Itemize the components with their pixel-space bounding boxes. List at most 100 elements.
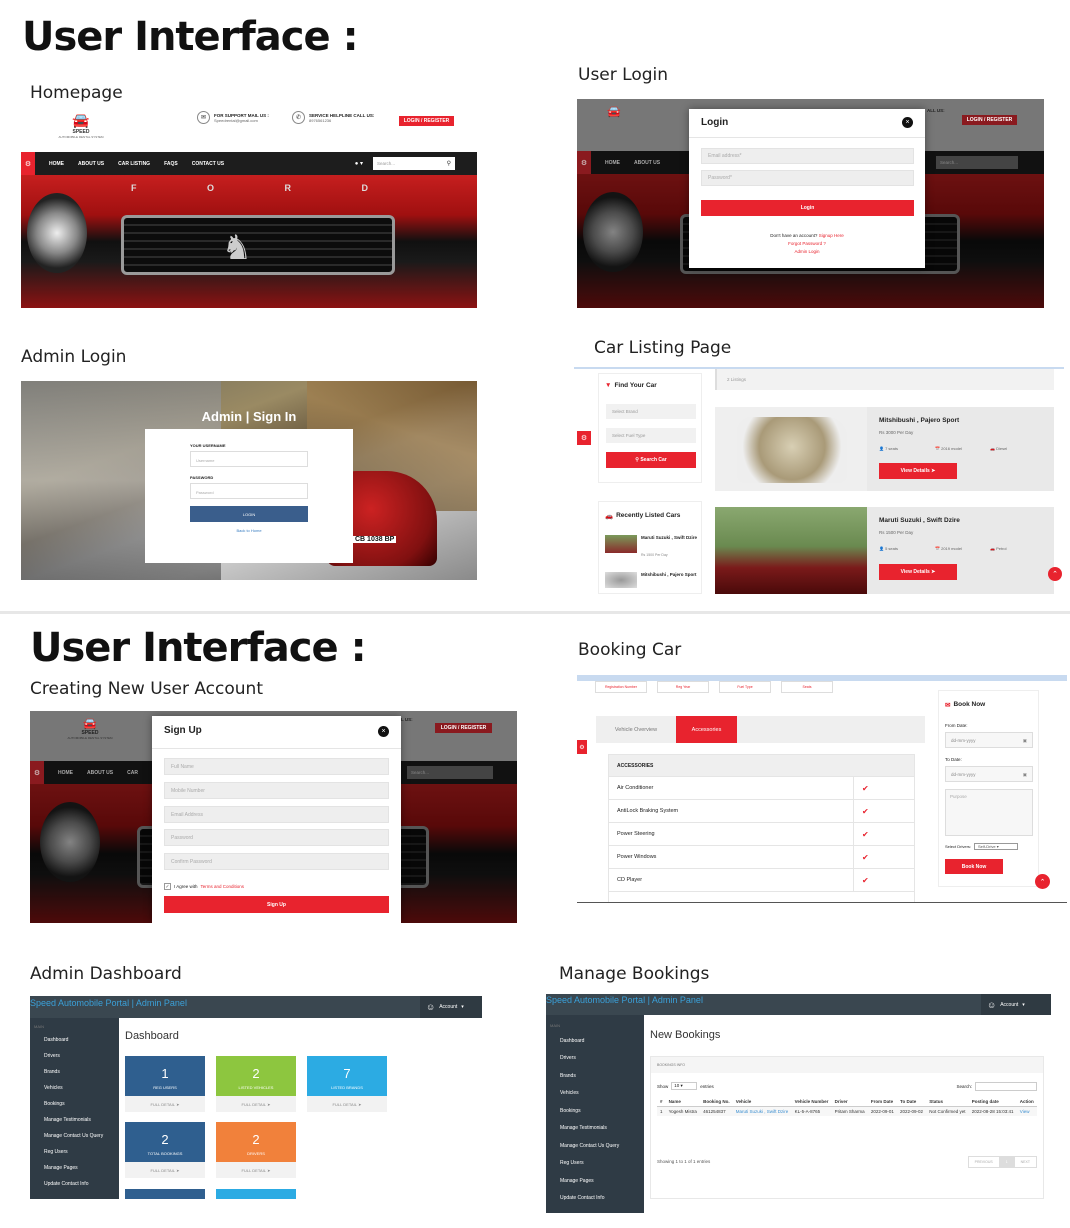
to-date-input[interactable]: dd-mm-yyyy ▣ bbox=[945, 766, 1033, 782]
full-name-field[interactable]: Full Name bbox=[164, 758, 389, 775]
close-icon[interactable]: × bbox=[902, 117, 913, 128]
recent-car-name[interactable]: Maruti Suzuki , Swift Dzire bbox=[641, 535, 697, 540]
signup-button[interactable]: Sign Up bbox=[164, 896, 389, 913]
table-search-input[interactable] bbox=[975, 1082, 1037, 1091]
admin-login-button[interactable]: LOGIN bbox=[190, 506, 308, 522]
from-date-input[interactable]: dd-mm-yyyy ▣ bbox=[945, 732, 1033, 748]
sidebar-item-contact-query[interactable]: Manage Contact Us Query bbox=[30, 1128, 119, 1144]
login-register-button[interactable]: LOGIN / REGISTER bbox=[435, 723, 492, 733]
gear-icon[interactable]: ⚙ bbox=[577, 151, 591, 174]
sidebar-item-contact-info[interactable]: Update Contact Info bbox=[546, 1190, 644, 1208]
nav-about[interactable]: ABOUT US bbox=[634, 160, 660, 166]
car-name[interactable]: Mitshibushi , Pajero Sport bbox=[879, 417, 959, 424]
purpose-textarea[interactable]: Purpose bbox=[945, 789, 1033, 836]
nav-about[interactable]: ABOUT US bbox=[78, 161, 104, 167]
tile-footer[interactable]: FULL DETAIL ➤ bbox=[125, 1096, 205, 1112]
gear-icon[interactable]: ⚙ bbox=[21, 152, 35, 175]
back-to-home-link[interactable]: Back to Home bbox=[145, 528, 353, 533]
password-field[interactable]: Password bbox=[164, 829, 389, 846]
sidebar-item-vehicles[interactable]: Vehicles bbox=[546, 1085, 644, 1103]
login-register-button[interactable]: LOGIN / REGISTER bbox=[399, 116, 454, 126]
nav-car-listing[interactable]: CAR LISTING bbox=[118, 161, 150, 167]
sidebar-item-contact-info[interactable]: Update Contact Info bbox=[30, 1176, 119, 1192]
entries-select[interactable]: 10 ▾ bbox=[671, 1082, 698, 1090]
next-button[interactable]: NEXT bbox=[1013, 1156, 1037, 1168]
portal-title[interactable]: Speed Automobile Portal | Admin Panel bbox=[30, 998, 187, 1008]
tile-footer[interactable]: FULL DETAIL ➤ bbox=[216, 1162, 296, 1178]
table-cell[interactable]: View bbox=[1017, 1107, 1037, 1117]
gear-icon[interactable]: ⚙ bbox=[577, 431, 591, 445]
column-header[interactable]: Booking No. bbox=[700, 1097, 733, 1107]
tile-listed-brands[interactable]: 7 LISTED BRANDS FULL DETAIL ➤ bbox=[307, 1056, 387, 1112]
car-name[interactable]: Maruti Suzuki , Swift Dzire bbox=[879, 517, 960, 524]
nav-home[interactable]: HOME bbox=[605, 160, 620, 166]
search-car-button[interactable]: ⚲ Search Car bbox=[606, 452, 696, 468]
terms-link[interactable]: Terms and Conditions bbox=[201, 884, 245, 889]
column-header[interactable]: To Date bbox=[897, 1097, 927, 1107]
password-field[interactable]: Password* bbox=[701, 170, 914, 186]
nav-faqs[interactable]: FAQS bbox=[164, 161, 178, 167]
sidebar-item-testimonials[interactable]: Manage Testimonials bbox=[546, 1120, 644, 1138]
sidebar-item-contact-query[interactable]: Manage Contact Us Query bbox=[546, 1137, 644, 1155]
page-1-button[interactable]: 1 bbox=[999, 1156, 1014, 1168]
driver-select[interactable]: Self-Drive ▾ bbox=[974, 843, 1019, 850]
book-now-button[interactable]: Book Now bbox=[945, 859, 1003, 874]
email-field[interactable]: Email address* bbox=[701, 148, 914, 164]
close-icon[interactable]: × bbox=[378, 726, 389, 737]
sidebar-item-bookings[interactable]: Bookings bbox=[546, 1102, 644, 1120]
tile-listed-vehicles[interactable]: 2 LISTED VEHICLES FULL DETAIL ➤ bbox=[216, 1056, 296, 1112]
column-header[interactable]: Vehicle bbox=[732, 1097, 792, 1107]
tile-footer[interactable]: FULL DETAIL ➤ bbox=[216, 1096, 296, 1112]
recent-car-name[interactable]: Mitshibushi , Pajero Sport bbox=[641, 572, 697, 577]
tile-footer[interactable]: FULL DETAIL ➤ bbox=[125, 1162, 205, 1178]
tab-accessories[interactable]: Accessories bbox=[676, 716, 737, 743]
search-input[interactable]: Search... bbox=[940, 160, 958, 165]
search-icon[interactable]: ⚲ bbox=[447, 160, 451, 167]
scroll-top-icon[interactable]: ⌃ bbox=[1048, 567, 1062, 581]
fuel-select[interactable]: Select Fuel Type bbox=[606, 428, 696, 443]
column-header[interactable]: Action bbox=[1016, 1097, 1037, 1107]
sidebar-item-dashboard[interactable]: Dashboard bbox=[546, 1032, 644, 1050]
password-field[interactable]: Password bbox=[190, 483, 308, 499]
email-field[interactable]: Email Address bbox=[164, 806, 389, 823]
sidebar-item-brands[interactable]: Brands bbox=[30, 1064, 119, 1080]
mobile-field[interactable]: Mobile Number bbox=[164, 782, 389, 799]
nav-home[interactable]: HOME bbox=[49, 161, 64, 167]
sidebar-item-manage-pages[interactable]: Manage Pages bbox=[30, 1160, 119, 1176]
column-header[interactable]: Status bbox=[926, 1097, 969, 1107]
sidebar-item-drivers[interactable]: Drivers bbox=[546, 1050, 644, 1068]
column-header[interactable]: # bbox=[657, 1097, 666, 1107]
confirm-password-field[interactable]: Confirm Password bbox=[164, 853, 389, 870]
sidebar-item-drivers[interactable]: Drivers bbox=[30, 1048, 119, 1064]
nav-home[interactable]: HOME bbox=[58, 770, 73, 776]
admin-login-link[interactable]: Admin Login bbox=[689, 249, 925, 254]
user-icon[interactable]: ● ▾ bbox=[355, 160, 363, 167]
portal-title[interactable]: Speed Automobile Portal | Admin Panel bbox=[546, 995, 703, 1005]
tile-reg-users[interactable]: 1 REG USERS FULL DETAIL ➤ bbox=[125, 1056, 205, 1112]
view-details-button[interactable]: View Details ➤ bbox=[879, 564, 957, 580]
tile-footer[interactable]: FULL DETAIL ➤ bbox=[307, 1096, 387, 1112]
sidebar-item-brands[interactable]: Brands bbox=[546, 1067, 644, 1085]
column-header[interactable]: Name bbox=[665, 1097, 701, 1107]
nav-car-listing[interactable]: CAR bbox=[127, 770, 138, 776]
login-register-button[interactable]: LOGIN / REGISTER bbox=[962, 115, 1017, 125]
tab-vehicle-overview[interactable]: Vehicle Overview bbox=[596, 716, 676, 743]
sidebar-item-bookings[interactable]: Bookings bbox=[30, 1096, 119, 1112]
brand-select[interactable]: Select Brand bbox=[606, 404, 696, 419]
scroll-top-icon[interactable]: ⌃ bbox=[1035, 874, 1050, 889]
table-cell[interactable]: Maruti Suzuki , Swift Dzire bbox=[733, 1107, 792, 1117]
account-menu[interactable]: ☺ Account ▾ bbox=[981, 994, 1051, 1015]
previous-button[interactable]: PREVIOUS bbox=[967, 1156, 1000, 1168]
search-input[interactable]: Search... bbox=[411, 770, 429, 775]
gear-icon[interactable]: ⚙ bbox=[30, 761, 44, 784]
tile-total-bookings[interactable]: 2 TOTAL BOOKINGS FULL DETAIL ➤ bbox=[125, 1122, 205, 1178]
sidebar-item-vehicles[interactable]: Vehicles bbox=[30, 1080, 119, 1096]
nav-about[interactable]: ABOUT US bbox=[87, 770, 113, 776]
account-menu[interactable]: ☺ Account ▾ bbox=[420, 996, 482, 1018]
sidebar-item-dashboard[interactable]: Dashboard bbox=[30, 1032, 119, 1048]
gear-icon[interactable]: ⚙ bbox=[577, 740, 587, 754]
sidebar-item-reg-users[interactable]: Reg Users bbox=[30, 1144, 119, 1160]
sidebar-item-reg-users[interactable]: Reg Users bbox=[546, 1155, 644, 1173]
username-field[interactable]: Username bbox=[190, 451, 308, 467]
column-header[interactable]: Posting date bbox=[968, 1097, 1017, 1107]
